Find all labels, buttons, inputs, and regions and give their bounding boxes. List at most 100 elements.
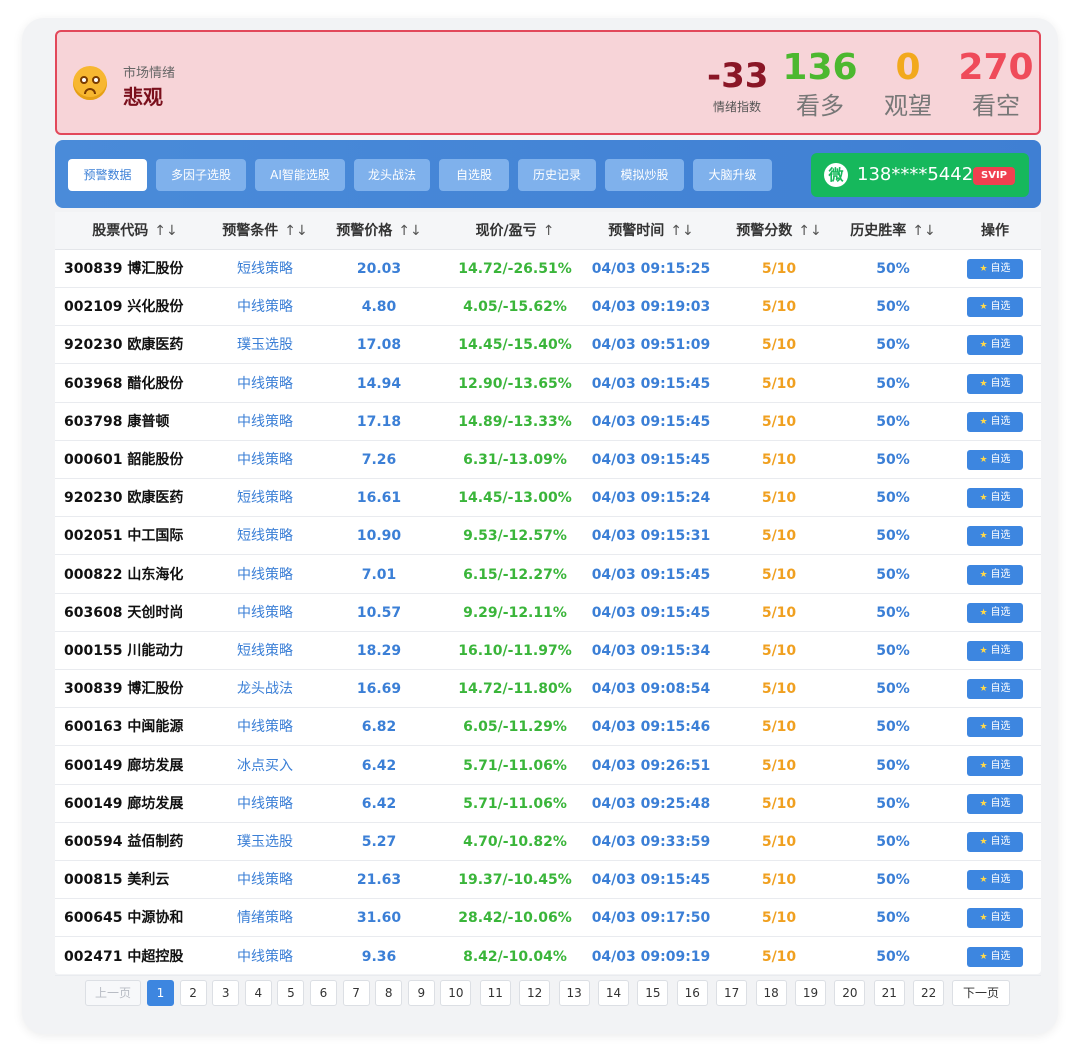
page-button[interactable]: 14 [598, 980, 629, 1006]
add-watchlist-button[interactable]: ★ 自选 [967, 564, 1023, 585]
stock-name-cell[interactable]: 000601 韶能股份 [64, 441, 183, 479]
alert-condition-cell[interactable]: 情绪策略 [205, 899, 325, 937]
alert-condition-cell[interactable]: 短线策略 [205, 250, 325, 288]
stock-name-cell[interactable]: 600645 中源协和 [64, 899, 183, 937]
page-button[interactable]: 10 [440, 980, 472, 1006]
page-button[interactable]: 1 [147, 980, 174, 1006]
add-watchlist-button[interactable]: ★ 自选 [967, 259, 1023, 279]
page-button[interactable]: 19 [795, 980, 826, 1006]
stock-name-cell[interactable]: 000822 山东海化 [64, 556, 183, 594]
stock-name-cell[interactable]: 000155 川能动力 [64, 632, 183, 670]
alert-condition-cell[interactable]: 中线策略 [205, 785, 325, 823]
alert-time-cell: 04/03 09:15:45 [591, 872, 711, 889]
tab-ai-picks[interactable]: AI智能选股 [255, 159, 345, 191]
alert-condition-cell[interactable]: 璞玉选股 [205, 326, 325, 364]
add-watchlist-button[interactable]: ★ 自选 [967, 908, 1023, 929]
add-watchlist-button[interactable]: ★ 自选 [967, 832, 1023, 852]
add-watchlist-button[interactable]: ★ 自选 [967, 641, 1023, 661]
add-watchlist-button[interactable]: ★ 自选 [967, 946, 1023, 967]
alert-condition-cell[interactable]: 中线策略 [205, 288, 325, 326]
page-button[interactable]: 8 [375, 980, 403, 1006]
add-watchlist-button[interactable]: ★ 自选 [967, 717, 1023, 738]
alert-condition-cell[interactable]: 中线策略 [205, 365, 325, 403]
bearish-label: 看空 [972, 92, 1020, 120]
stock-name-cell[interactable]: 002109 兴化股份 [64, 288, 183, 326]
add-watchlist-button[interactable]: ★ 自选 [967, 793, 1023, 814]
page-button[interactable]: 3 [212, 980, 240, 1006]
page-button[interactable]: 12 [519, 980, 551, 1006]
add-watchlist-button[interactable]: ★ 自选 [967, 870, 1023, 891]
add-watchlist-button[interactable]: ★ 自选 [967, 297, 1023, 318]
add-watchlist-button[interactable]: ★ 自选 [967, 526, 1023, 547]
alert-condition-cell[interactable]: 中线策略 [205, 441, 325, 479]
page-button[interactable]: 20 [834, 980, 866, 1006]
stock-name-cell[interactable]: 002471 中超控股 [64, 938, 183, 976]
tab-simulated-trading[interactable]: 模拟炒股 [605, 159, 684, 191]
tab-leader-strategy[interactable]: 龙头战法 [354, 159, 430, 191]
add-watchlist-button[interactable]: ★ 自选 [967, 373, 1023, 394]
col-alert-condition[interactable]: 预警条件 ↑↓ [205, 212, 325, 250]
col-win-rate[interactable]: 历史胜率 ↑↓ [833, 212, 953, 250]
add-watchlist-button[interactable]: ★ 自选 [967, 488, 1023, 509]
alert-condition-cell[interactable]: 冰点买入 [205, 747, 325, 785]
alert-condition-cell[interactable]: 中线策略 [205, 708, 325, 746]
alert-condition-cell[interactable]: 短线策略 [205, 632, 325, 670]
tab-alert-data[interactable]: 预警数据 [68, 159, 147, 191]
page-button[interactable]: 6 [310, 980, 337, 1006]
page-button[interactable]: 13 [558, 980, 590, 1006]
stock-name-cell[interactable]: 603968 醋化股份 [64, 365, 183, 403]
stock-name-cell[interactable]: 300839 博汇股份 [64, 250, 183, 288]
alert-condition-cell[interactable]: 龙头战法 [205, 670, 325, 708]
alert-condition-cell[interactable]: 璞玉选股 [205, 823, 325, 861]
stock-name-cell[interactable]: 600163 中闽能源 [64, 708, 183, 746]
prev-page-button[interactable]: 上一页 [85, 980, 141, 1006]
page-button[interactable]: 4 [244, 980, 272, 1006]
add-watchlist-button[interactable]: ★ 自选 [967, 335, 1023, 356]
alert-condition-cell[interactable]: 短线策略 [205, 517, 325, 555]
alert-condition-cell[interactable]: 中线策略 [205, 861, 325, 899]
page-button[interactable]: 5 [277, 980, 305, 1006]
stock-name-cell[interactable]: 603798 康普顿 [64, 403, 169, 441]
add-watchlist-button[interactable]: ★ 自选 [967, 602, 1023, 623]
col-current-pnl[interactable]: 现价/盈亏 ↑ [435, 212, 595, 250]
tab-brain-upgrade[interactable]: 大脑升级 [693, 159, 772, 191]
tab-history[interactable]: 历史记录 [518, 159, 596, 191]
page-button[interactable]: 9 [407, 980, 435, 1006]
stock-name-cell[interactable]: 300839 博汇股份 [64, 670, 183, 708]
col-alert-time[interactable]: 预警时间 ↑↓ [575, 212, 727, 250]
col-alert-price[interactable]: 预警价格 ↑↓ [319, 212, 439, 250]
add-watchlist-button[interactable]: ★ 自选 [967, 411, 1023, 432]
stock-name-cell[interactable]: 920230 欧康医药 [64, 326, 183, 364]
add-watchlist-button[interactable]: ★ 自选 [967, 450, 1023, 470]
page-button[interactable]: 17 [716, 980, 748, 1006]
next-page-button[interactable]: 下一页 [952, 980, 1010, 1006]
page-button[interactable]: 11 [479, 980, 511, 1006]
stock-name-cell[interactable]: 600594 益佰制药 [64, 823, 183, 861]
stock-name-cell[interactable]: 920230 欧康医药 [64, 479, 183, 517]
account-badge[interactable]: 微 138****5442 SVIP [811, 153, 1029, 197]
alert-condition-cell[interactable]: 中线策略 [205, 403, 325, 441]
tab-multi-factor[interactable]: 多因子选股 [156, 159, 246, 191]
tab-watchlist[interactable]: 自选股 [439, 159, 509, 191]
stock-name-cell[interactable]: 600149 廊坊发展 [64, 747, 183, 785]
page-button[interactable]: 16 [676, 980, 708, 1006]
page-button[interactable]: 7 [342, 980, 370, 1006]
add-watchlist-button[interactable]: ★ 自选 [967, 755, 1023, 776]
col-alert-score[interactable]: 预警分数 ↑↓ [719, 212, 839, 250]
current-pnl-cell: 9.53/-12.57% [463, 528, 567, 545]
stock-name-cell[interactable]: 002051 中工国际 [64, 517, 183, 555]
page-button[interactable]: 22 [913, 980, 945, 1006]
stock-name-cell[interactable]: 600149 廊坊发展 [64, 785, 183, 823]
alert-condition-cell[interactable]: 中线策略 [205, 938, 325, 976]
add-watchlist-button[interactable]: ★ 自选 [967, 679, 1023, 700]
page-button[interactable]: 18 [755, 980, 787, 1006]
col-stock-code[interactable]: 股票代码 ↑↓ [75, 212, 195, 250]
alert-condition-cell[interactable]: 中线策略 [205, 556, 325, 594]
page-button[interactable]: 15 [637, 980, 669, 1006]
stock-name-cell[interactable]: 603608 天创时尚 [64, 594, 183, 632]
page-button[interactable]: 2 [179, 980, 207, 1006]
alert-condition-cell[interactable]: 短线策略 [205, 479, 325, 517]
stock-name-cell[interactable]: 000815 美利云 [64, 861, 169, 899]
alert-condition-cell[interactable]: 中线策略 [205, 594, 325, 632]
page-button[interactable]: 21 [873, 980, 905, 1006]
